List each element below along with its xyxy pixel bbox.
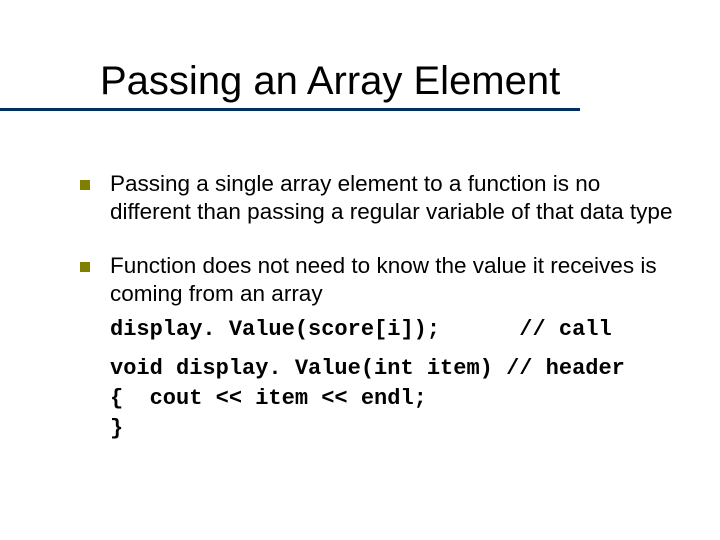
list-item: Function does not need to know the value…: [80, 252, 680, 443]
square-bullet-icon: [80, 180, 90, 190]
code-call-line: display. Value(score[i]); // call: [110, 315, 680, 345]
content-area: Passing a single array element to a func…: [80, 170, 680, 469]
square-bullet-icon: [80, 262, 90, 272]
title-underline: [0, 108, 580, 111]
bullet-text: Function does not need to know the value…: [110, 253, 657, 306]
title-block: Passing an Array Element: [0, 60, 720, 111]
bullet-text: Passing a single array element to a func…: [110, 170, 680, 226]
slide-title: Passing an Array Element: [0, 60, 720, 102]
slide: Passing an Array Element Passing a singl…: [0, 0, 720, 540]
code-header-block: void display. Value(int item) // header …: [110, 354, 680, 443]
bullet-body: Function does not need to know the value…: [110, 252, 680, 443]
list-item: Passing a single array element to a func…: [80, 170, 680, 226]
